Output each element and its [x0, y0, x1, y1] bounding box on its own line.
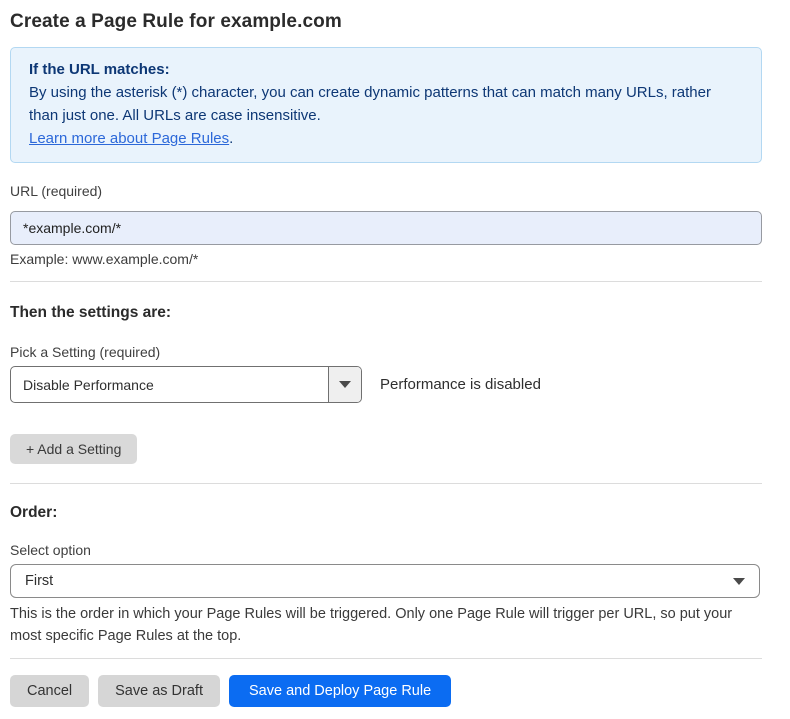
- order-helper-text: This is the order in which your Page Rul…: [10, 603, 755, 647]
- order-section-heading: Order:: [10, 504, 762, 522]
- info-box-body: By using the asterisk (*) character, you…: [29, 81, 743, 127]
- setting-select-value: Disable Performance: [11, 367, 328, 402]
- chevron-down-icon: [733, 578, 745, 585]
- info-box-link-line: Learn more about Page Rules.: [29, 127, 743, 150]
- link-suffix: .: [229, 130, 233, 147]
- info-box-heading: If the URL matches:: [29, 58, 743, 81]
- url-field-label: URL (required): [10, 183, 762, 199]
- url-input[interactable]: [10, 211, 762, 245]
- page-title: Create a Page Rule for example.com: [10, 10, 762, 34]
- cancel-button[interactable]: Cancel: [10, 675, 89, 707]
- setting-picker-row: Disable Performance Performance is disab…: [10, 366, 762, 403]
- chevron-down-icon: [339, 381, 351, 388]
- order-select[interactable]: First: [10, 564, 760, 598]
- footer-actions: Cancel Save as Draft Save and Deploy Pag…: [10, 675, 762, 707]
- setting-select-arrow-button[interactable]: [328, 367, 361, 402]
- setting-select[interactable]: Disable Performance: [10, 366, 362, 403]
- url-example-helper: Example: www.example.com/*: [10, 251, 762, 267]
- url-matches-info-box: If the URL matches: By using the asteris…: [10, 47, 762, 163]
- pick-setting-label: Pick a Setting (required): [10, 344, 762, 360]
- divider: [10, 281, 762, 282]
- settings-section-heading: Then the settings are:: [10, 304, 762, 322]
- setting-status-text: Performance is disabled: [380, 376, 541, 393]
- save-as-draft-button[interactable]: Save as Draft: [98, 675, 220, 707]
- save-and-deploy-button[interactable]: Save and Deploy Page Rule: [229, 675, 451, 707]
- add-setting-button[interactable]: + Add a Setting: [10, 434, 137, 464]
- divider: [10, 483, 762, 484]
- learn-more-link[interactable]: Learn more about Page Rules: [29, 130, 229, 147]
- order-select-value: First: [25, 573, 53, 589]
- divider: [10, 658, 762, 659]
- order-select-label: Select option: [10, 542, 762, 558]
